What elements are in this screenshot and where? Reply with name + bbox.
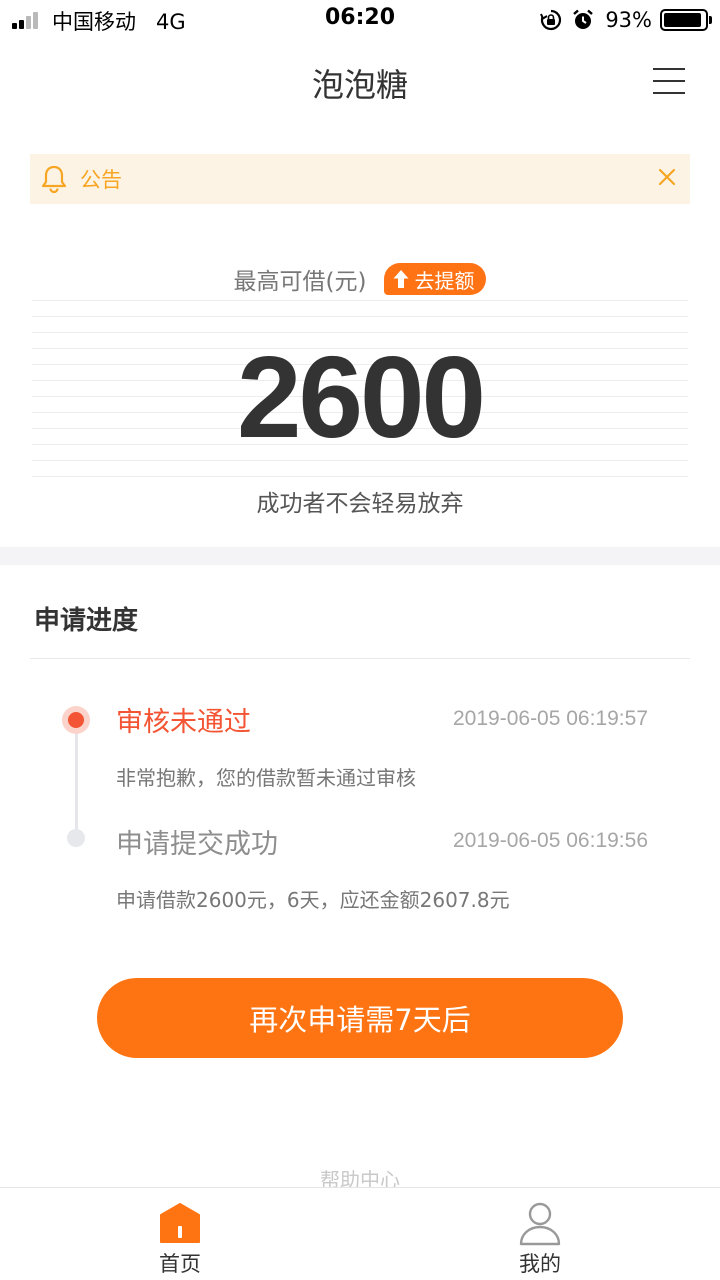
tab-home-label: 首页 [159,1252,201,1276]
timeline-dot-rejected [62,706,90,734]
step-description-rejected: 非常抱歉，您的借款暂未通过审核 [116,766,416,790]
battery-icon [660,9,712,31]
step-title-submitted: 申请提交成功 [116,829,278,860]
credit-limit-amount: 2600 [236,332,486,462]
arrow-up-icon [392,269,410,289]
timeline-connector [75,730,78,836]
bell-icon [40,164,68,194]
alarm-clock-icon [571,8,595,32]
slogan-text: 成功者不会轻易放弃 [256,491,464,517]
progress-section-title: 申请进度 [34,606,139,636]
page-title: 泡泡糖 [311,66,408,104]
nav-bar: 泡泡糖 [0,40,720,124]
timeline-dot-done [67,829,85,847]
divider [30,658,690,659]
step-time-submitted: 2019-06-05 06:19:56 [453,829,648,852]
close-icon[interactable] [656,166,678,188]
battery-percent: 93% [605,8,652,32]
notice-label: 公告 [80,168,122,192]
step-time-rejected: 2019-06-05 06:19:57 [453,707,648,730]
credit-limit-label: 最高可借(元) [233,269,367,295]
battery-level [664,13,702,27]
tab-mine-label: 我的 [519,1252,561,1276]
user-icon [517,1200,563,1246]
credit-limit-header: 最高可借(元) 去提额 [0,262,720,296]
home-icon [157,1200,203,1246]
tab-mine[interactable]: 我的 [360,1188,720,1280]
notice-banner[interactable]: 公告 [30,154,690,204]
step-title-rejected: 审核未通过 [116,707,251,738]
tab-bar: 首页 我的 [0,1187,720,1280]
step-description-submitted: 申请借款2600元，6天，应还金额2607.8元 [116,888,510,912]
hamburger-menu-icon[interactable] [650,66,690,98]
tab-home[interactable]: 首页 [0,1188,360,1280]
section-divider [0,547,720,565]
status-indicators: 93% [539,6,712,34]
raise-limit-label: 去提额 [414,268,475,293]
status-bar: 中国移动 4G 06:20 93% [0,0,720,40]
reapply-button[interactable]: 再次申请需7天后 [97,978,623,1058]
raise-limit-button[interactable]: 去提额 [384,263,487,295]
rotation-lock-icon [539,8,563,32]
